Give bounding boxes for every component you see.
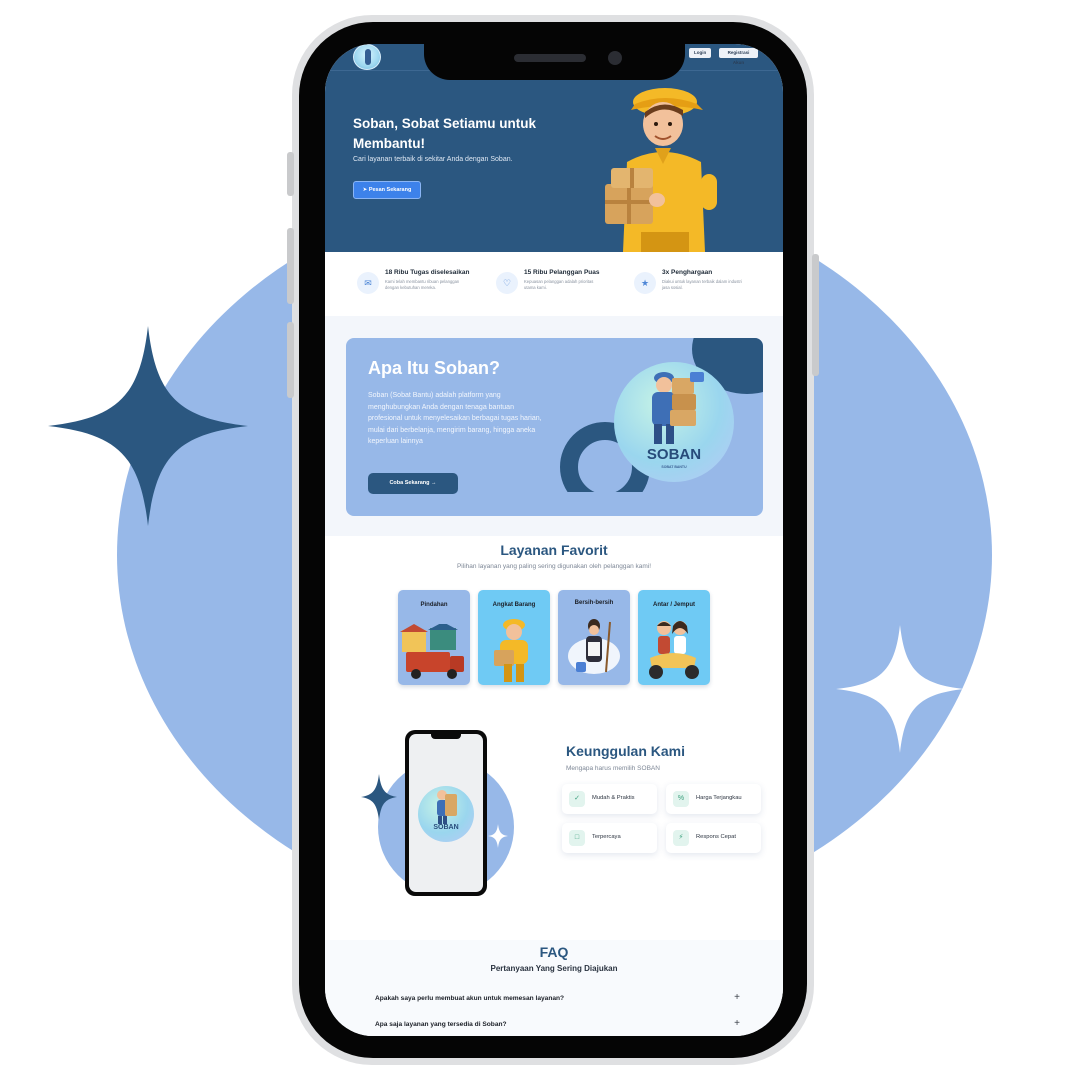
stat-desc-awards: Diakui untuk layanan terbaik dalam indus… <box>662 279 742 290</box>
stat-icon-tasks: ✉ <box>357 272 379 294</box>
phone-screen: Login Registrasi Akun Soban, Sobat Setia… <box>325 44 783 1036</box>
faq-question: Apakah saya perlu membuat akun untuk mem… <box>375 995 565 1002</box>
stat-title-customers: 15 Ribu Pelanggan Puas <box>524 269 600 276</box>
register-button[interactable]: Registrasi Akun <box>719 48 758 65</box>
order-now-button[interactable]: ➤ Pesan Sekarang <box>353 181 421 199</box>
advantage-label: Harga Terjangkau <box>696 795 742 801</box>
faq-subtitle: Pertanyaan Yang Sering Diajukan <box>490 964 618 973</box>
stat-desc-tasks: Kami telah membantu ribuan pelanggan den… <box>385 279 460 290</box>
send-icon: ➤ <box>362 187 368 193</box>
arrow-right-icon: → <box>431 480 437 486</box>
mini-phone-badge: SOBAN <box>418 786 474 842</box>
easy-practical-icon: ✓ <box>569 791 585 807</box>
phone-button-silent <box>287 152 294 196</box>
phone-button-power <box>812 254 819 376</box>
advantage-label: Terpercaya <box>592 834 621 840</box>
advantages-title: Keunggulan Kami <box>566 743 686 759</box>
phone-camera-icon <box>608 51 622 65</box>
soban-brand-subtext: SOBAT BANTU <box>661 465 687 469</box>
trophy-icon: ★ <box>640 278 650 288</box>
stat-icon-customers: ♡ <box>496 272 518 294</box>
service-card-pickup[interactable]: Antar / Jemput <box>638 590 710 685</box>
shield-check-icon: □ <box>569 830 585 846</box>
favorites-subtitle: Pilihan layanan yang paling sering digun… <box>456 563 652 570</box>
try-now-label: Coba Sekarang <box>389 480 430 486</box>
mockup-sparkle-white-icon <box>488 824 508 848</box>
soban-logo[interactable] <box>353 44 381 70</box>
service-label: Bersih-bersih <box>574 600 614 606</box>
price-tag-icon: % <box>673 791 689 807</box>
mini-brand-text: SOBAN <box>433 824 459 831</box>
phone-notch <box>424 44 685 80</box>
plus-icon: + <box>734 1018 740 1029</box>
faq-title: FAQ <box>539 944 569 960</box>
hero-title: Soban, Sobat Setiamu untuk Membantu! <box>353 116 537 151</box>
sparkle-white-icon <box>836 625 964 753</box>
faq-item[interactable]: Apakah saya perlu membuat akun untuk mem… <box>375 991 745 1009</box>
mascot-carrying-boxes-icon <box>652 372 704 444</box>
service-card-lifting[interactable]: Angkat Barang <box>478 590 550 685</box>
try-now-button[interactable]: Coba Sekarang → <box>368 473 458 494</box>
scooter-riders-icon <box>649 621 699 679</box>
advantage-label: Mudah & Praktis <box>592 795 635 801</box>
soban-brand-text: SOBAN <box>646 446 702 463</box>
service-card-cleaning[interactable]: Bersih-bersih <box>558 590 630 685</box>
mail-icon: ✉ <box>364 278 372 288</box>
fast-response-icon: ⚡ <box>673 830 689 846</box>
about-title: Apa Itu Soban? <box>368 358 500 378</box>
mini-phone-notch <box>431 734 461 739</box>
cleaner-with-broom-icon <box>568 619 620 674</box>
advantages-subtitle: Mengapa harus memilih SOBAN <box>566 765 660 772</box>
about-decor-arc-cover <box>556 492 656 516</box>
advantage-card-easy: ✓ Mudah & Praktis <box>562 784 657 814</box>
login-button[interactable]: Login <box>689 48 711 58</box>
service-label: Pindahan <box>420 602 448 608</box>
stat-desc-customers: Kepuasan pelanggan adalah prioritas utam… <box>524 279 594 290</box>
heart-hands-icon: ♡ <box>502 278 512 288</box>
advantage-label: Respons Cepat <box>696 834 736 840</box>
moving-truck-icon <box>400 624 464 679</box>
order-now-label: Pesan Sekarang <box>368 187 412 193</box>
phone-button-volume-up <box>287 228 294 304</box>
advantage-card-fast: ⚡ Respons Cepat <box>666 823 761 853</box>
advantage-card-trusted: □ Terpercaya <box>562 823 657 853</box>
stat-title-tasks: 18 Ribu Tugas diselesaikan <box>385 269 470 276</box>
soban-mascot-badge: SOBAN SOBAT BANTU <box>614 362 734 482</box>
phone-speaker <box>514 54 586 62</box>
advantage-card-affordable: % Harga Terjangkau <box>666 784 761 814</box>
favorites-title: Layanan Favorit <box>500 542 608 558</box>
phone-button-volume-down <box>287 322 294 398</box>
hero-subtitle: Cari layanan terbaik di sekitar Anda den… <box>353 156 513 163</box>
mini-phone-mockup: SOBAN <box>405 730 487 896</box>
mini-mascot-icon <box>437 790 457 824</box>
stat-icon-awards: ★ <box>634 272 656 294</box>
service-label: Antar / Jemput <box>652 602 695 608</box>
plus-icon: + <box>734 992 740 1003</box>
sparkle-dark-large-icon <box>48 326 248 526</box>
service-label: Angkat Barang <box>492 602 536 608</box>
faq-item[interactable]: Apa saja layanan yang tersedia di Soban?… <box>375 1017 745 1035</box>
stat-title-awards: 3x Penghargaan <box>662 269 713 276</box>
mockup-sparkle-dark-icon <box>361 774 397 820</box>
mini-phone-screen: SOBAN <box>409 734 483 892</box>
worker-lifting-box-icon <box>494 619 528 682</box>
service-card-moving[interactable]: Pindahan <box>398 590 470 685</box>
faq-question: Apa saja layanan yang tersedia di Soban? <box>375 1021 507 1028</box>
delivery-man-illustration <box>605 88 717 252</box>
about-description: Soban (Sobat Bantu) adalah platform yang… <box>368 392 542 445</box>
